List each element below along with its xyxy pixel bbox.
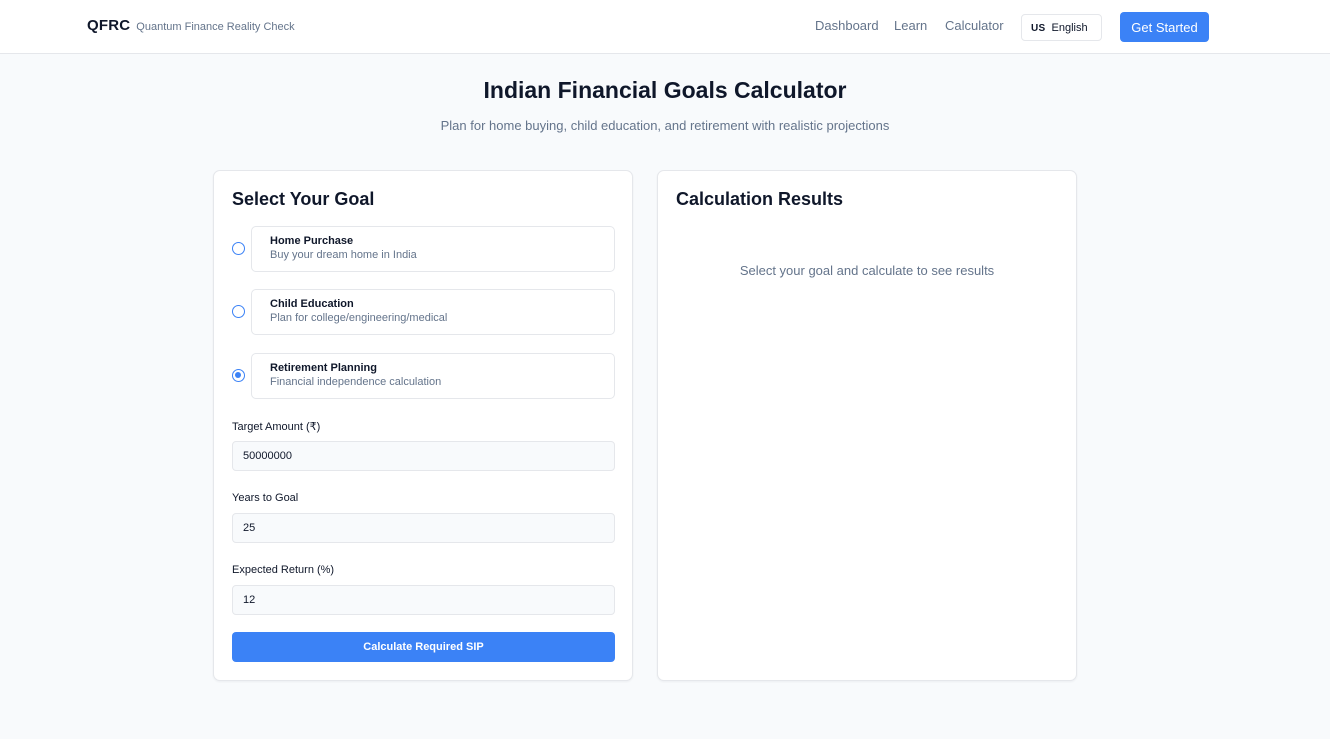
goal-option-child-education[interactable]: Child Education Plan for college/enginee… xyxy=(232,289,615,335)
nav-dashboard-link[interactable]: Dashboard xyxy=(815,18,879,33)
results-empty-message: Select your goal and calculate to see re… xyxy=(739,263,995,278)
goal-selection-card: Select Your Goal Home Purchase Buy your … xyxy=(213,170,633,681)
target-amount-input[interactable] xyxy=(232,441,615,471)
years-to-goal-label: Years to Goal xyxy=(232,492,299,504)
nav-learn-link[interactable]: Learn xyxy=(894,18,927,33)
home-purchase-box[interactable]: Home Purchase Buy your dream home in Ind… xyxy=(251,226,615,272)
page-title: Indian Financial Goals Calculator xyxy=(483,77,847,103)
nav-calculator-link[interactable]: Calculator xyxy=(945,18,1004,33)
top-navbar: QFRC Quantum Finance Reality Check Dashb… xyxy=(0,0,1330,54)
brand-logo[interactable]: QFRC xyxy=(87,17,130,34)
brand-tagline: Quantum Finance Reality Check xyxy=(136,21,295,33)
expected-return-input[interactable] xyxy=(232,585,615,615)
goal-option-retirement-planning[interactable]: Retirement Planning Financial independen… xyxy=(232,353,615,399)
us-flag-icon: US xyxy=(1031,23,1046,34)
goal-name: Retirement Planning xyxy=(270,362,377,374)
target-amount-label: Target Amount (₹) xyxy=(232,421,321,433)
calculate-sip-button[interactable]: Calculate Required SIP xyxy=(232,632,615,662)
child-education-radio[interactable] xyxy=(232,305,245,318)
home-purchase-radio[interactable] xyxy=(232,242,245,255)
goal-name: Child Education xyxy=(270,298,354,310)
get-started-button[interactable]: Get Started xyxy=(1120,12,1209,42)
results-card-title: Calculation Results xyxy=(676,189,844,209)
goal-card-title: Select Your Goal xyxy=(232,189,375,209)
goal-name: Home Purchase xyxy=(270,235,354,247)
brand[interactable]: QFRC Quantum Finance Reality Check xyxy=(87,17,295,34)
language-label: English xyxy=(1051,21,1088,34)
goal-description: Plan for college/engineering/medical xyxy=(270,312,448,324)
goal-option-home-purchase[interactable]: Home Purchase Buy your dream home in Ind… xyxy=(232,226,615,272)
retirement-planning-radio[interactable] xyxy=(232,369,245,382)
expected-return-label: Expected Return (%) xyxy=(232,564,335,576)
page-subtitle: Plan for home buying, child education, a… xyxy=(440,118,890,133)
child-education-box[interactable]: Child Education Plan for college/enginee… xyxy=(251,289,615,335)
years-to-goal-input[interactable] xyxy=(232,513,615,543)
goal-description: Financial independence calculation xyxy=(270,376,442,388)
goal-description: Buy your dream home in India xyxy=(270,249,417,261)
results-card: Calculation Results Select your goal and… xyxy=(657,170,1077,681)
language-selector[interactable]: US English xyxy=(1021,14,1102,41)
retirement-planning-box[interactable]: Retirement Planning Financial independen… xyxy=(251,353,615,399)
